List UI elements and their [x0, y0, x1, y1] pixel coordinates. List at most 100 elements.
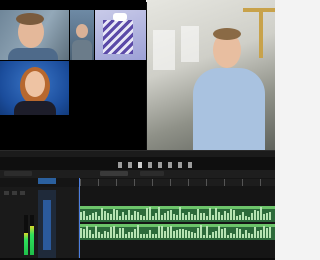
waveform-bar	[227, 235, 229, 238]
waveform-bar	[92, 234, 94, 238]
tab-sequence-1[interactable]	[4, 171, 32, 176]
waveform-bar	[137, 212, 139, 220]
waveform-bar	[194, 215, 196, 220]
waveform-bar	[212, 215, 214, 220]
waveform-bar	[269, 227, 271, 238]
source-monitor[interactable]	[0, 0, 146, 150]
presenter-shirt	[193, 68, 265, 150]
waveform-bar	[107, 232, 109, 238]
play-icon[interactable]	[138, 162, 142, 168]
waveform-bar	[212, 232, 214, 238]
waveform-bar	[128, 232, 130, 238]
editor-window	[0, 0, 275, 260]
export-frame-icon[interactable]	[178, 162, 182, 168]
waveform-bar	[152, 216, 154, 220]
program-monitor[interactable]	[147, 0, 275, 150]
waveform-bar	[206, 226, 208, 238]
waveform-bar	[236, 228, 238, 238]
step-back-icon[interactable]	[118, 162, 122, 168]
track-target-strip[interactable]	[38, 190, 56, 258]
waveform-bar	[248, 217, 250, 220]
waveform-bar	[173, 231, 175, 238]
waveform-bar	[176, 230, 178, 238]
track-toggle-button[interactable]	[4, 191, 9, 195]
step-forward-icon[interactable]	[148, 162, 152, 168]
timecode-display[interactable]	[38, 178, 56, 184]
waveform-bar	[263, 214, 265, 220]
waveform-bar	[215, 231, 217, 238]
waveform-bar	[158, 207, 160, 220]
tab-sequence-2[interactable]	[100, 171, 128, 176]
settings-icon[interactable]	[188, 162, 192, 168]
waveform-bar	[95, 226, 97, 238]
waveform-bar	[254, 227, 256, 238]
meter-left-fill	[24, 233, 28, 255]
waveform-bar	[122, 212, 124, 220]
waveform-bar	[236, 216, 238, 220]
waveform-bar	[224, 211, 226, 220]
waveform-bar	[215, 208, 217, 220]
playhead[interactable]	[79, 178, 80, 258]
waveform-bar	[203, 213, 205, 220]
track-target-highlight	[43, 200, 51, 250]
waveform-bar	[242, 234, 244, 238]
audio-clip-2[interactable]	[80, 224, 275, 240]
speaker-tile-man[interactable]	[0, 10, 69, 60]
track-toggle-button[interactable]	[12, 191, 17, 195]
waveform-bar	[269, 212, 271, 220]
waveform-bar	[107, 213, 109, 220]
waveform-bar	[257, 211, 259, 220]
waveform-bar	[218, 226, 220, 238]
waveform-bar	[167, 211, 169, 220]
waveform-bar	[233, 210, 235, 220]
waveform-bar	[104, 211, 106, 220]
waveform-bar	[98, 216, 100, 220]
waveform-bar	[101, 208, 103, 220]
waveform-bar	[149, 207, 151, 220]
speaker-tile-woman[interactable]	[0, 61, 69, 115]
waveform-bar	[101, 234, 103, 238]
mark-out-icon[interactable]	[168, 162, 172, 168]
background-window	[153, 30, 175, 70]
waveform-bar	[197, 228, 199, 238]
speaker-tile-person-b[interactable]	[70, 10, 94, 60]
waveform-bar	[158, 226, 160, 238]
waveform-bar	[86, 226, 88, 238]
waveform-bar	[92, 213, 94, 220]
waveform-bar	[80, 228, 82, 238]
waveform-bar	[245, 216, 247, 220]
panel-divider[interactable]	[0, 150, 275, 157]
track-toggle-button[interactable]	[20, 191, 25, 195]
waveform-bar	[146, 208, 148, 220]
audio-clip-1[interactable]	[80, 206, 275, 222]
waveform-bar	[80, 212, 82, 220]
speaker-tile-graphic[interactable]	[95, 10, 146, 60]
timeline-tabs	[0, 170, 275, 178]
person-b-face	[76, 24, 88, 38]
empty-tile	[70, 61, 146, 150]
waveform-bar	[104, 231, 106, 238]
transport-controls	[118, 162, 208, 170]
waveform-bar	[188, 212, 190, 220]
waveform-bar	[209, 235, 211, 238]
waveform-bar	[221, 229, 223, 238]
waveform-bar	[200, 213, 202, 220]
waveform-bar	[83, 229, 85, 238]
waveform-bar	[206, 216, 208, 220]
waveform-bar	[170, 210, 172, 220]
waveform-bar	[242, 212, 244, 220]
tab-sequence-3[interactable]	[140, 171, 164, 176]
waveform-bar	[179, 207, 181, 220]
waveform-bar	[194, 233, 196, 238]
waveform-bar	[200, 225, 202, 238]
woman-face	[25, 71, 45, 97]
waveform-bar	[203, 235, 205, 238]
time-ruler[interactable]	[80, 179, 275, 186]
waveform-bar	[176, 215, 178, 220]
audio-clip-label	[80, 206, 275, 209]
waveform-bar	[230, 209, 232, 220]
play-back-icon[interactable]	[128, 162, 132, 168]
mark-in-icon[interactable]	[158, 162, 162, 168]
waveform-bar	[125, 234, 127, 238]
waveform-bar	[182, 229, 184, 238]
